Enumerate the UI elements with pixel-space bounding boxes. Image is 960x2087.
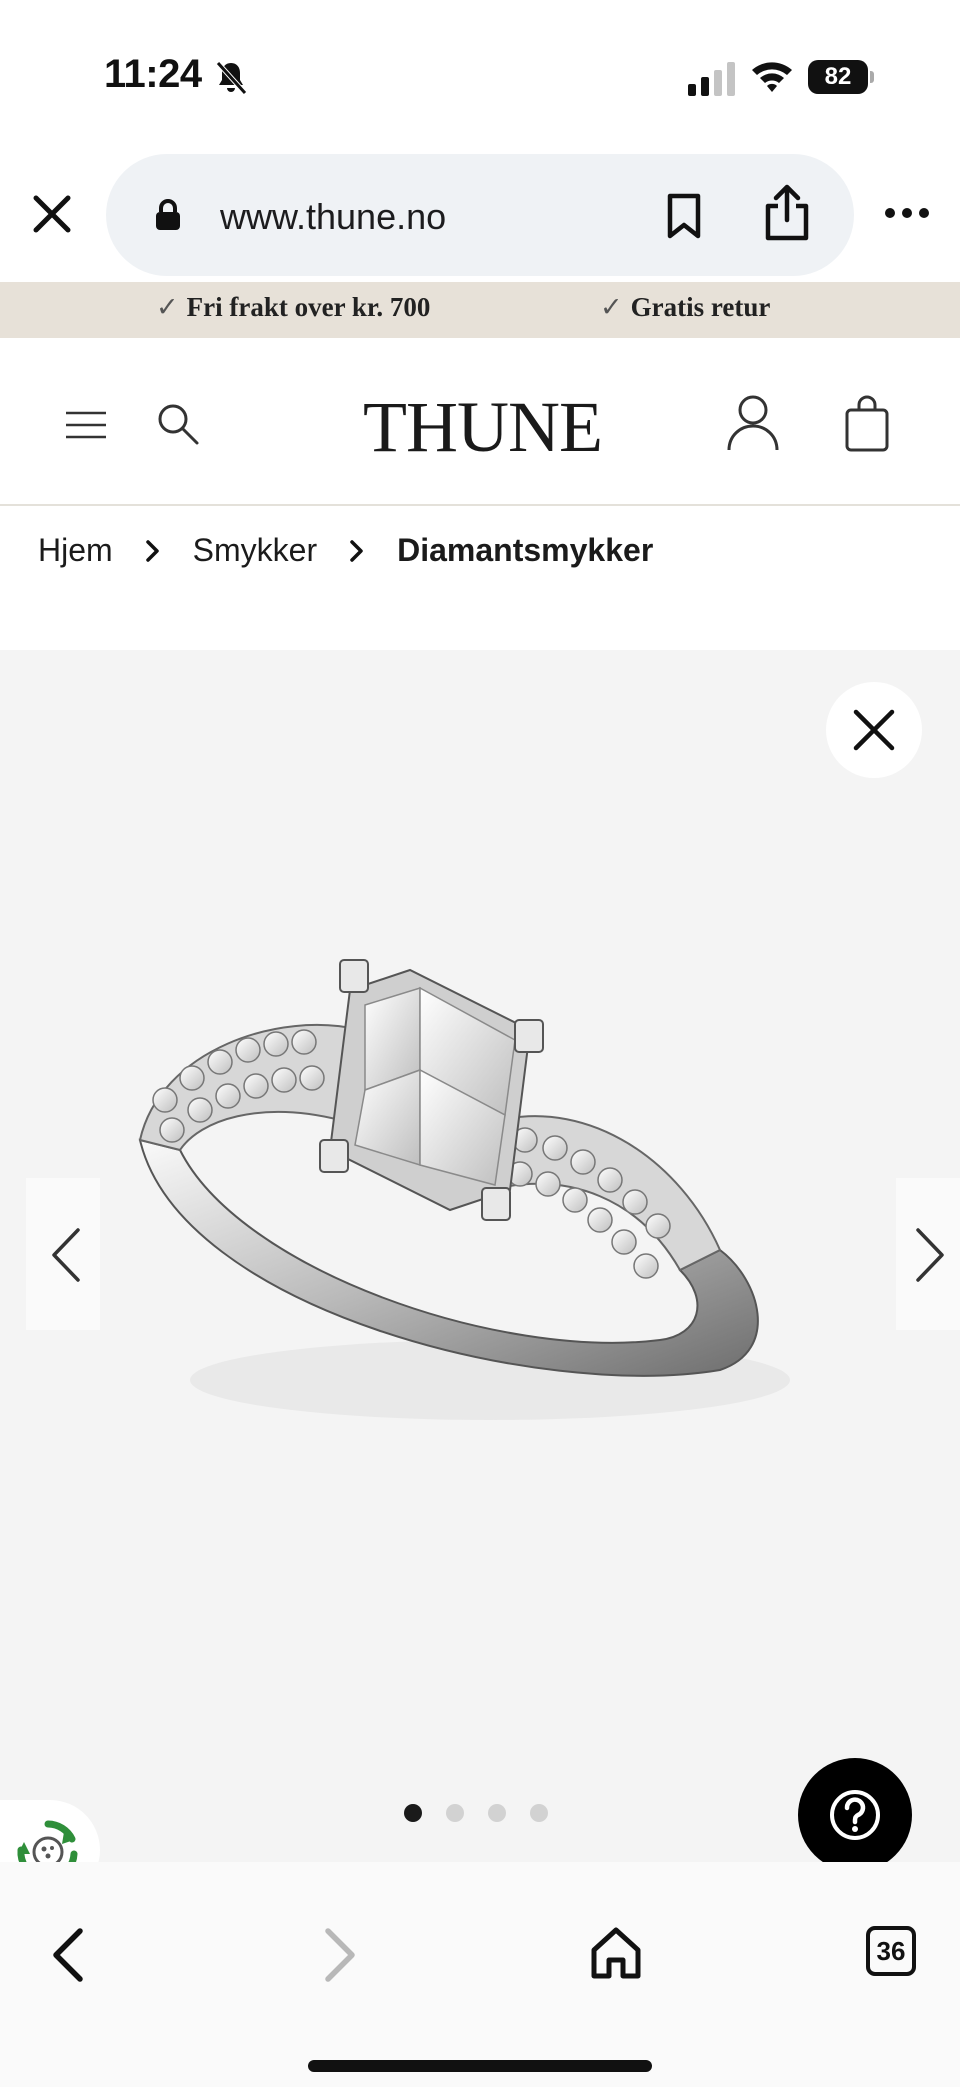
wifi-icon: [752, 62, 792, 92]
home-indicator: [308, 2060, 652, 2072]
gallery-close-button[interactable]: [826, 682, 922, 778]
account-icon[interactable]: [726, 394, 780, 452]
gallery-dot[interactable]: [488, 1804, 506, 1822]
breadcrumb: Hjem Smykker Diamantsmykker: [38, 532, 653, 569]
breadcrumb-home[interactable]: Hjem: [38, 532, 113, 569]
chevron-right-icon: [145, 539, 159, 562]
battery-level: 82: [808, 60, 868, 94]
site-header: THUNE: [0, 338, 960, 506]
promo-free-returns: ✓ Gratis retur: [600, 292, 770, 323]
url-text: www.thune.no: [220, 196, 447, 237]
promo-free-shipping-text: Fri frakt over kr. 700: [186, 292, 431, 322]
close-icon: [853, 709, 895, 751]
gallery-prev-button[interactable]: [26, 1178, 100, 1330]
bell-slash-icon: [216, 61, 247, 95]
gallery-pagination: [404, 1804, 548, 1822]
status-bar: 11:24 82: [0, 0, 960, 150]
help-button[interactable]: [798, 1758, 912, 1872]
promo-banner: ✓ Fri frakt over kr. 700 ✓ Gratis retur: [0, 282, 960, 338]
signal-icon: [688, 62, 735, 96]
search-icon[interactable]: [156, 402, 200, 446]
chevron-right-icon: [916, 1228, 944, 1282]
gallery-next-button[interactable]: [896, 1178, 960, 1330]
breadcrumb-category[interactable]: Smykker: [193, 532, 317, 569]
battery-indicator: 82: [808, 60, 874, 94]
checkmark-icon: ✓: [600, 292, 623, 322]
gallery-dot[interactable]: [404, 1804, 422, 1822]
site-logo[interactable]: THUNE: [363, 386, 603, 469]
browser-toolbar: 36: [0, 1862, 960, 2087]
back-arrow-icon[interactable]: [50, 1926, 86, 1984]
promo-free-shipping: ✓ Fri frakt over kr. 700: [156, 292, 430, 323]
browser-address-bar: www.thune.no: [0, 150, 960, 282]
tabs-button[interactable]: 36: [866, 1926, 916, 1976]
home-icon[interactable]: [590, 1926, 642, 1980]
share-icon[interactable]: [762, 184, 812, 242]
shopping-bag-icon[interactable]: [844, 394, 890, 452]
gallery-dot[interactable]: [446, 1804, 464, 1822]
bookmark-icon[interactable]: [662, 192, 706, 240]
chevron-right-icon: [350, 539, 363, 562]
breadcrumb-current[interactable]: Diamantsmykker: [397, 532, 653, 569]
checkmark-icon: ✓: [156, 292, 179, 322]
gallery-dot[interactable]: [530, 1804, 548, 1822]
product-image-gallery[interactable]: [0, 650, 960, 1862]
url-field[interactable]: www.thune.no: [106, 154, 854, 276]
promo-free-returns-text: Gratis retur: [630, 292, 771, 322]
status-time: 11:24: [104, 52, 202, 96]
question-mark-icon: [830, 1790, 880, 1840]
lock-icon: [156, 199, 180, 230]
chevron-left-icon: [52, 1228, 80, 1282]
close-icon[interactable]: [30, 192, 74, 236]
hamburger-menu-icon[interactable]: [64, 410, 108, 440]
forward-arrow-icon[interactable]: [322, 1926, 358, 1984]
battery-tip: [870, 71, 874, 83]
product-image-diamond-ring: [138, 959, 790, 1420]
more-options-icon[interactable]: [884, 206, 930, 220]
